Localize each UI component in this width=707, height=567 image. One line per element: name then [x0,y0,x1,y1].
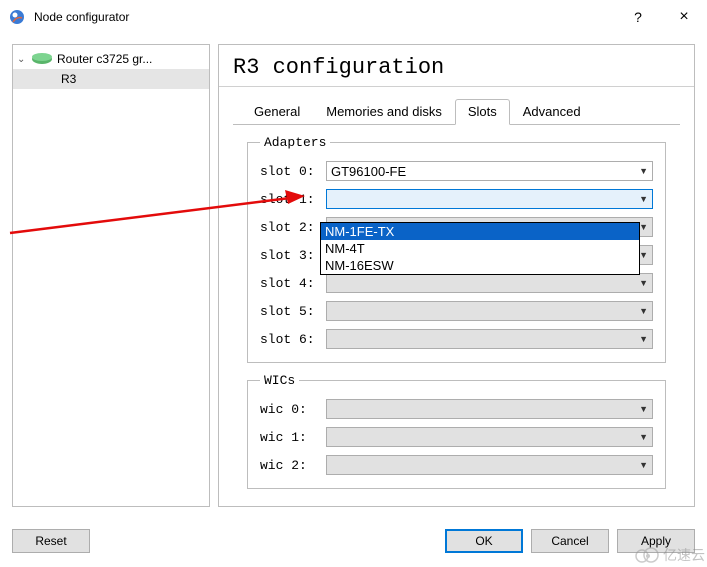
slot-0-label: slot 0: [260,164,326,179]
slot-4-label: slot 4: [260,276,326,291]
slot-5-dropdown[interactable]: ▼ [326,301,653,321]
dropdown-option-nm-1fe-tx[interactable]: NM-1FE-TX [321,223,639,240]
slot-1-label: slot 1: [260,192,326,207]
help-button[interactable]: ? [615,2,661,32]
tab-memories[interactable]: Memories and disks [313,99,455,125]
chevron-down-icon: ▼ [639,460,648,470]
slot-0-dropdown[interactable]: GT96100-FE ▼ [326,161,653,181]
wic-0-row: wic 0: ▼ [260,398,653,420]
slot-4-row: slot 4: ▼ [260,272,653,294]
slot-1-row: slot 1: ▼ [260,188,653,210]
wic-1-dropdown[interactable]: ▼ [326,427,653,447]
slot-6-label: slot 6: [260,332,326,347]
wic-2-label: wic 2: [260,458,326,473]
slot-6-row: slot 6: ▼ [260,328,653,350]
dropdown-option-nm-16esw[interactable]: NM-16ESW [321,257,639,274]
wic-2-row: wic 2: ▼ [260,454,653,476]
title-bar: Node configurator ? × [0,0,707,34]
tree-item-label: Router c3725 gr... [57,52,152,66]
chevron-down-icon: ▼ [639,166,648,176]
chevron-down-icon: ▼ [639,250,648,260]
chevron-down-icon: ▼ [639,404,648,414]
slot-1-dropdown-list[interactable]: NM-1FE-TX NM-4T NM-16ESW [320,222,640,275]
tree-collapse-icon[interactable]: ⌄ [17,54,29,65]
reset-button[interactable]: Reset [12,529,90,553]
dropdown-option-nm-4t[interactable]: NM-4T [321,240,639,257]
chevron-down-icon: ▼ [639,306,648,316]
wics-legend: WICs [260,373,299,388]
tab-body: Adapters slot 0: GT96100-FE ▼ slot 1: ▼ [233,124,680,509]
chevron-down-icon: ▼ [639,222,648,232]
router-icon [31,52,53,66]
chevron-down-icon: ▼ [639,194,648,204]
tree-item-r3[interactable]: R3 [13,69,209,89]
chevron-down-icon: ▼ [639,334,648,344]
tree-panel: ⌄ Router c3725 gr... R3 [12,44,210,507]
window-title: Node configurator [34,10,615,24]
wics-fieldset: WICs wic 0: ▼ wic 1: ▼ wic 2: ▼ [247,373,666,489]
tree-item-label: R3 [61,72,76,86]
slot-5-label: slot 5: [260,304,326,319]
slot-5-row: slot 5: ▼ [260,300,653,322]
tab-general[interactable]: General [241,99,313,125]
cancel-button[interactable]: Cancel [531,529,609,553]
app-icon [8,8,26,26]
slot-2-label: slot 2: [260,220,326,235]
wic-2-dropdown[interactable]: ▼ [326,455,653,475]
config-panel: R3 configuration General Memories and di… [218,44,695,507]
tab-slots[interactable]: Slots [455,99,510,125]
slot-4-dropdown[interactable]: ▼ [326,273,653,293]
slot-1-dropdown[interactable]: ▼ [326,189,653,209]
wic-1-label: wic 1: [260,430,326,445]
wic-1-row: wic 1: ▼ [260,426,653,448]
close-button[interactable]: × [661,2,707,32]
ok-button[interactable]: OK [445,529,523,553]
chevron-down-icon: ▼ [639,432,648,442]
chevron-down-icon: ▼ [639,278,648,288]
adapters-legend: Adapters [260,135,330,150]
apply-button[interactable]: Apply [617,529,695,553]
footer: Reset OK Cancel Apply [0,527,707,555]
panel-title: R3 configuration [219,45,694,87]
slot-6-dropdown[interactable]: ▼ [326,329,653,349]
slot-0-value: GT96100-FE [331,164,406,179]
slot-3-label: slot 3: [260,248,326,263]
tab-advanced[interactable]: Advanced [510,99,594,125]
tree-item-router-group[interactable]: ⌄ Router c3725 gr... [13,49,209,69]
wic-0-dropdown[interactable]: ▼ [326,399,653,419]
slot-0-row: slot 0: GT96100-FE ▼ [260,160,653,182]
tab-row: General Memories and disks Slots Advance… [219,87,694,124]
wic-0-label: wic 0: [260,402,326,417]
